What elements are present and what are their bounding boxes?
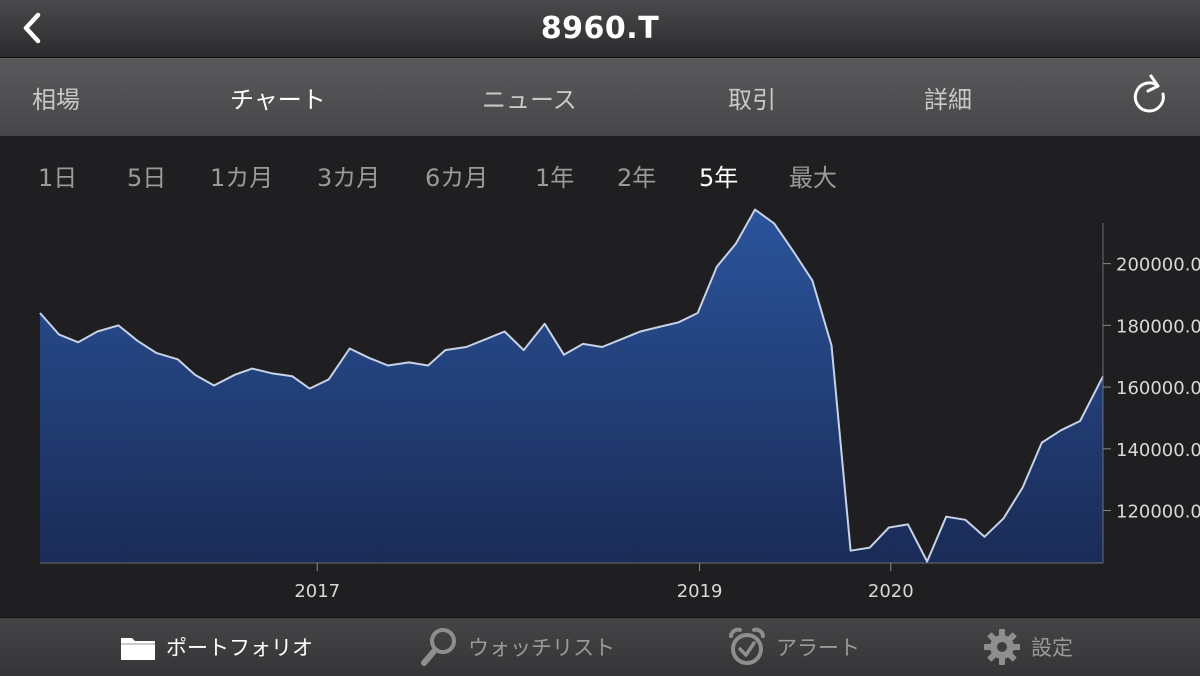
bottom-tab-label: ウォッチリスト	[468, 636, 615, 660]
folder-icon	[120, 633, 156, 661]
tab-news[interactable]: ニュース	[482, 58, 577, 136]
range-2y[interactable]: 2年	[617, 150, 656, 200]
range-1y[interactable]: 1年	[535, 150, 574, 200]
y-tick-label: 120000.0	[1116, 502, 1200, 523]
range-6m[interactable]: 6カ月	[425, 150, 488, 200]
refresh-icon	[1133, 74, 1165, 113]
navigation-bar: 8960.T	[0, 0, 1200, 58]
alarm-clock-icon	[728, 627, 766, 667]
tab-quote[interactable]: 相場	[32, 58, 80, 136]
bottom-tab-label: 設定	[1031, 636, 1073, 660]
bottom-tab-label: ポートフォリオ	[166, 636, 313, 660]
y-tick-label: 200000.0	[1116, 255, 1200, 276]
price-chart[interactable]: 120000.0 140000.0 160000.0 180000.0 200000.0…	[0, 205, 1200, 615]
page-title: 8960.T	[540, 11, 660, 46]
range-1m[interactable]: 1カ月	[210, 150, 273, 200]
range-5d[interactable]: 5日	[127, 150, 166, 200]
tab-trade[interactable]: 取引	[728, 58, 776, 136]
section-tab-bar: 相場 チャート ニュース 取引 詳細	[0, 58, 1200, 136]
x-tick-label: 2017	[294, 581, 340, 602]
tab-details[interactable]: 詳細	[924, 58, 972, 136]
bottom-tab-portfolio[interactable]: ポートフォリオ	[120, 618, 313, 676]
gear-icon	[983, 628, 1021, 666]
price-area	[40, 209, 1103, 563]
bottom-tab-watchlist[interactable]: ウォッチリスト	[420, 618, 615, 676]
bottom-tab-settings[interactable]: 設定	[983, 618, 1073, 676]
x-tick-label: 2019	[677, 581, 723, 602]
range-max[interactable]: 最大	[789, 150, 837, 200]
y-tick-label: 180000.0	[1116, 316, 1200, 337]
range-1d[interactable]: 1日	[38, 150, 77, 200]
range-3m[interactable]: 3カ月	[317, 150, 380, 200]
bottom-tab-bar: ポートフォリオ ウォッチリスト アラート 設定	[0, 617, 1200, 676]
y-tick-label: 160000.0	[1116, 378, 1200, 399]
tab-chart[interactable]: チャート	[230, 58, 326, 136]
x-tick-label: 2020	[868, 581, 914, 602]
bottom-tab-label: アラート	[776, 636, 860, 660]
bottom-tab-alerts[interactable]: アラート	[728, 618, 860, 676]
y-tick-label: 140000.0	[1116, 440, 1200, 461]
range-5y[interactable]: 5年	[699, 150, 738, 200]
refresh-button[interactable]	[1130, 72, 1170, 118]
search-icon	[420, 627, 458, 667]
